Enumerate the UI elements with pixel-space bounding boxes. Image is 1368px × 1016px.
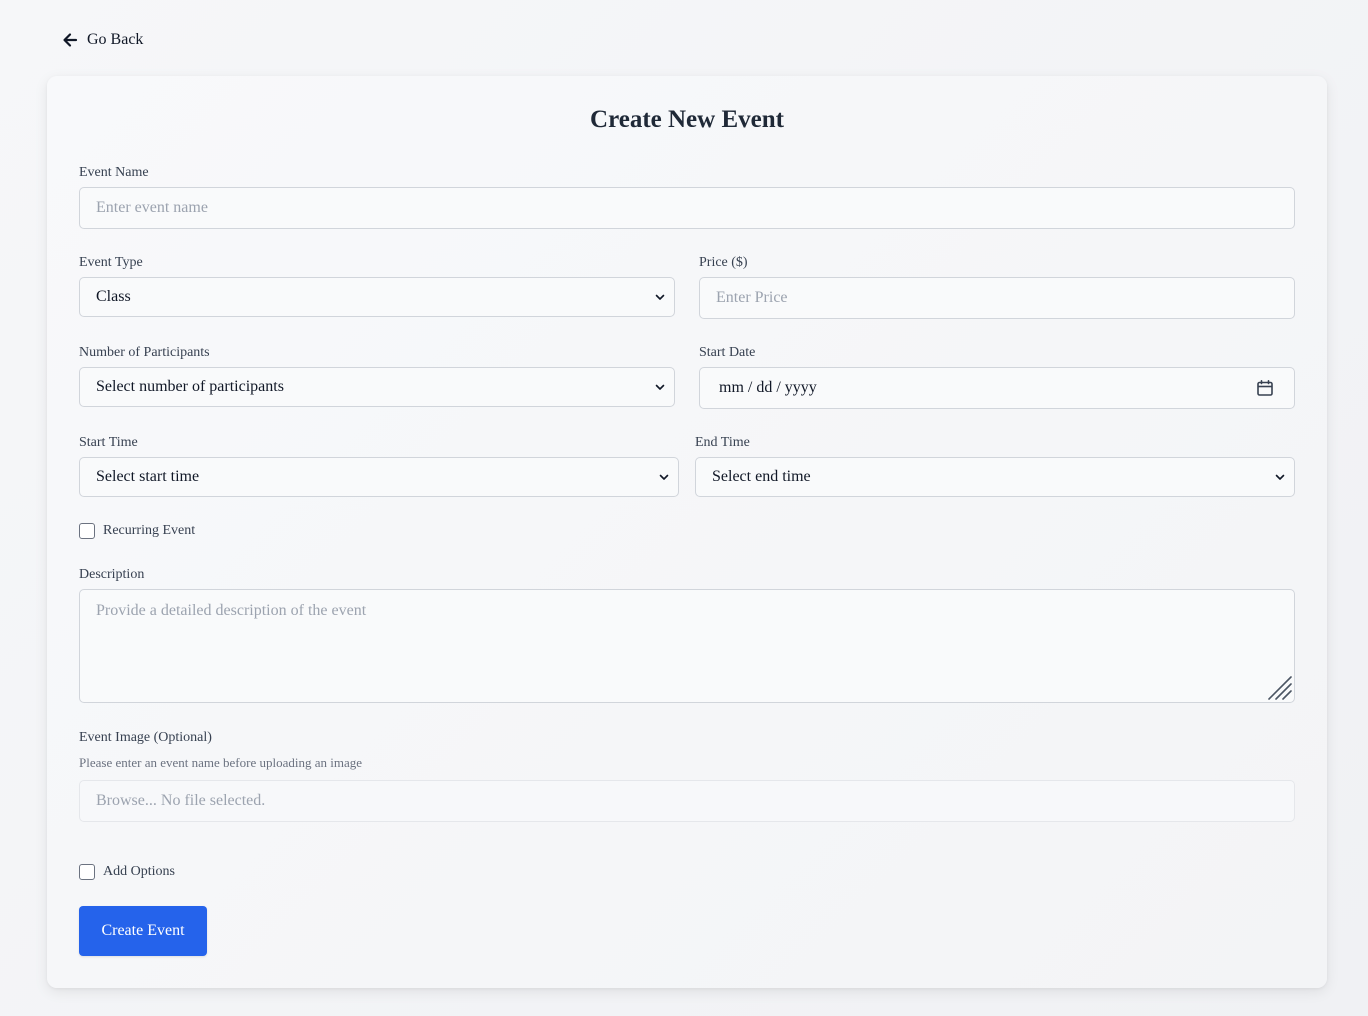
file-input-value: Browse... No file selected. bbox=[96, 792, 266, 809]
create-event-button[interactable]: Create Event bbox=[79, 906, 207, 956]
end-time-label: End Time bbox=[695, 435, 750, 450]
add-options-label: Add Options bbox=[103, 864, 175, 879]
price-input[interactable] bbox=[699, 277, 1295, 319]
description-wrapper bbox=[79, 589, 1295, 703]
chevron-down-icon bbox=[658, 471, 670, 483]
add-options-checkbox[interactable] bbox=[79, 864, 95, 880]
chevron-down-icon bbox=[654, 381, 666, 393]
event-image-hint: Please enter an event name before upload… bbox=[79, 755, 362, 770]
end-time-value: Select end time bbox=[712, 468, 811, 485]
arrow-left-icon bbox=[62, 32, 78, 48]
page-title: Create New Event bbox=[590, 106, 784, 133]
event-type-value: Class bbox=[96, 288, 131, 305]
participants-select[interactable]: Select number of participants bbox=[79, 367, 675, 407]
start-date-input[interactable]: mm / dd / yyyy bbox=[699, 367, 1295, 409]
event-image-label: Event Image (Optional) bbox=[79, 730, 212, 745]
event-name-input[interactable] bbox=[79, 187, 1295, 229]
description-textarea[interactable] bbox=[79, 589, 1295, 703]
description-label: Description bbox=[79, 567, 145, 582]
participants-value: Select number of participants bbox=[96, 378, 284, 395]
event-image-file-input[interactable]: Browse... No file selected. bbox=[79, 780, 1295, 822]
price-label: Price ($) bbox=[699, 255, 748, 270]
create-event-card: Create New Event Event Name Event Type C… bbox=[47, 76, 1327, 988]
start-time-select[interactable]: Select start time bbox=[79, 457, 679, 497]
recurring-event-label: Recurring Event bbox=[103, 523, 196, 538]
end-time-select[interactable]: Select end time bbox=[695, 457, 1295, 497]
start-date-label: Start Date bbox=[699, 345, 756, 360]
event-type-select[interactable]: Class bbox=[79, 277, 675, 317]
recurring-event-toggle[interactable]: Recurring Event bbox=[79, 523, 195, 539]
recurring-event-checkbox[interactable] bbox=[79, 523, 95, 539]
add-options-toggle[interactable]: Add Options bbox=[79, 864, 175, 880]
go-back-button[interactable]: Go Back bbox=[62, 28, 143, 52]
event-type-label: Event Type bbox=[79, 255, 143, 270]
page: Go Back Create New Event Event Name Even… bbox=[0, 0, 1368, 1016]
participants-label: Number of Participants bbox=[79, 345, 210, 360]
chevron-down-icon bbox=[654, 291, 666, 303]
start-date-value: mm / dd / yyyy bbox=[719, 379, 817, 396]
chevron-down-icon bbox=[1274, 471, 1286, 483]
resize-handle-icon[interactable] bbox=[1267, 675, 1293, 701]
start-time-label: Start Time bbox=[79, 435, 138, 450]
go-back-label: Go Back bbox=[87, 31, 144, 48]
start-time-value: Select start time bbox=[96, 468, 200, 485]
event-name-label: Event Name bbox=[79, 165, 149, 180]
calendar-icon[interactable] bbox=[1256, 379, 1274, 397]
